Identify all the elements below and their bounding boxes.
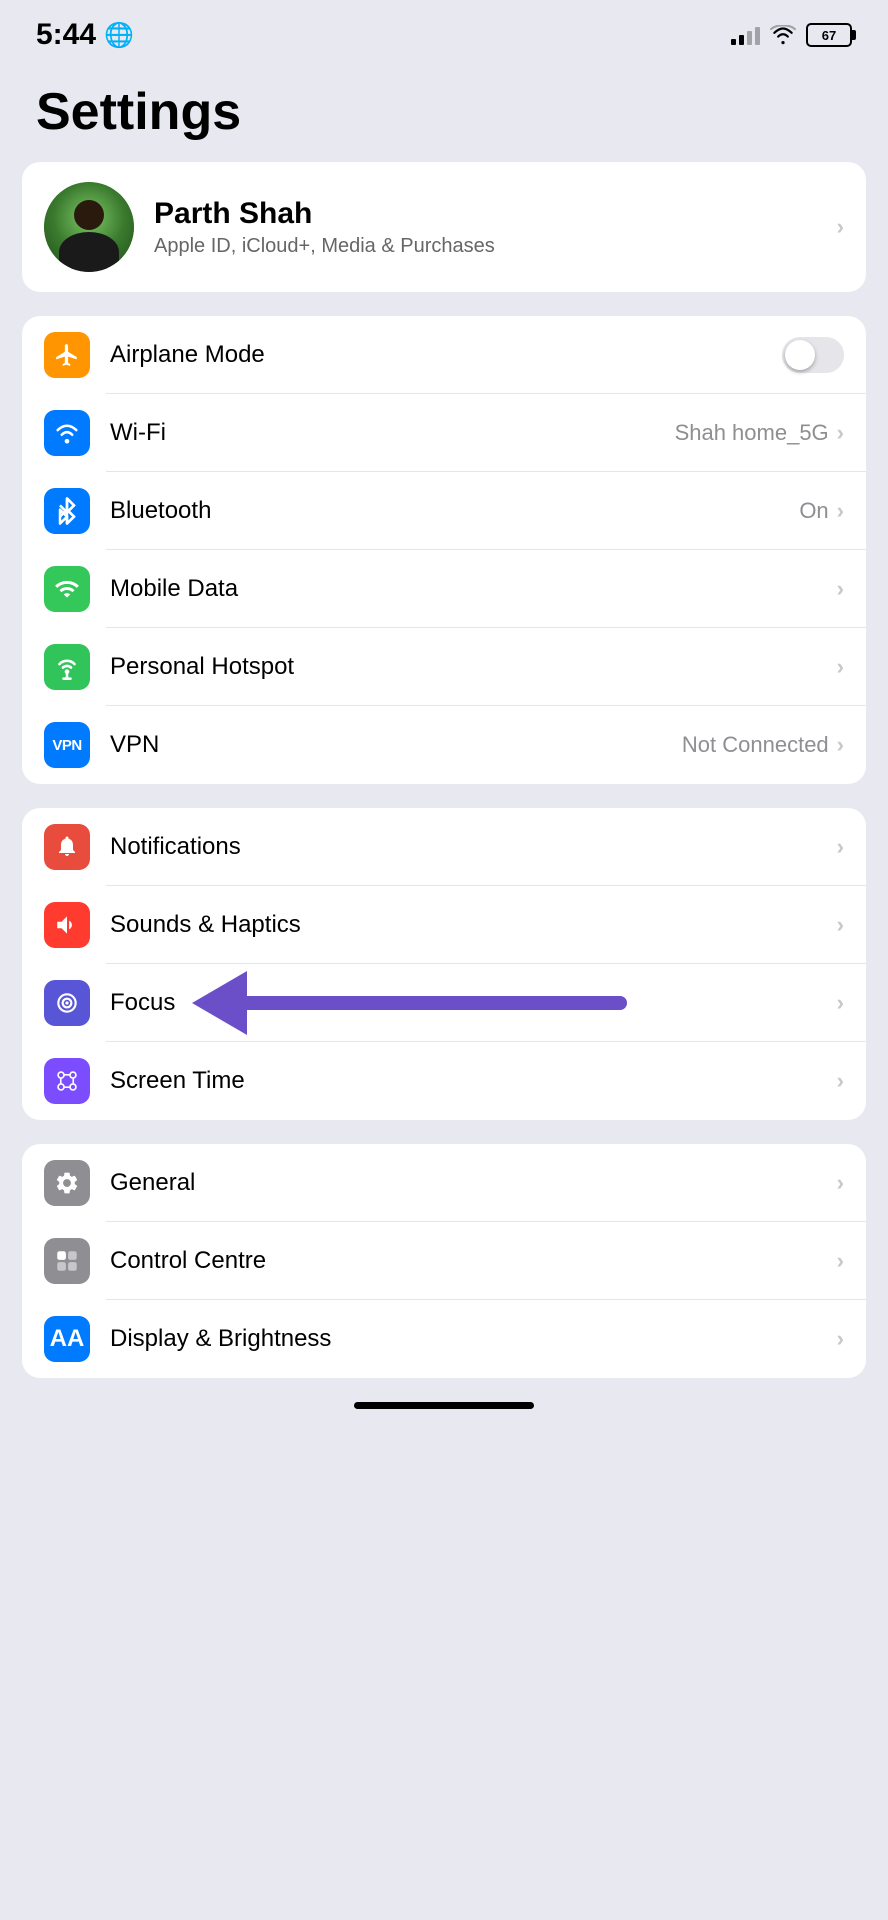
notifications-icon — [44, 824, 90, 870]
vpn-value: Not Connected — [682, 732, 829, 758]
settings-row-wifi[interactable]: Wi-Fi Shah home_5G › — [22, 394, 866, 472]
sounds-haptics-label: Sounds & Haptics — [110, 911, 837, 939]
screen-time-label: Screen Time — [110, 1067, 837, 1095]
settings-row-general[interactable]: General › — [22, 1144, 866, 1222]
wifi-value: Shah home_5G — [675, 420, 829, 446]
settings-row-sounds-haptics[interactable]: Sounds & Haptics › — [22, 886, 866, 964]
personal-hotspot-icon — [44, 644, 90, 690]
control-centre-icon — [44, 1238, 90, 1284]
profile-chevron-icon: › — [837, 214, 844, 240]
general-label: General — [110, 1169, 837, 1197]
profile-info: Parth Shah Apple ID, iCloud+, Media & Pu… — [154, 197, 817, 258]
bluetooth-label: Bluetooth — [110, 497, 799, 525]
display-brightness-label: Display & Brightness — [110, 1325, 837, 1353]
settings-row-mobile-data[interactable]: Mobile Data › — [22, 550, 866, 628]
sounds-haptics-chevron-icon: › — [837, 912, 844, 938]
settings-row-bluetooth[interactable]: Bluetooth On › — [22, 472, 866, 550]
bluetooth-chevron-icon: › — [837, 498, 844, 524]
focus-label: Focus — [110, 989, 837, 1017]
vpn-label: VPN — [110, 731, 682, 759]
wifi-icon — [44, 410, 90, 456]
vpn-icon: VPN — [44, 722, 90, 768]
display-brightness-icon: AA — [44, 1316, 90, 1362]
profile-name: Parth Shah — [154, 197, 817, 231]
mobile-data-icon — [44, 566, 90, 612]
personal-hotspot-chevron-icon: › — [837, 654, 844, 680]
screen-time-icon — [44, 1058, 90, 1104]
wifi-label: Wi-Fi — [110, 419, 675, 447]
avatar — [44, 182, 134, 272]
home-indicator — [354, 1402, 534, 1409]
globe-icon: 🌐 — [104, 21, 134, 50]
time-display: 5:44 — [36, 18, 96, 52]
personal-hotspot-label: Personal Hotspot — [110, 653, 837, 681]
bluetooth-icon — [44, 488, 90, 534]
profile-card[interactable]: Parth Shah Apple ID, iCloud+, Media & Pu… — [22, 162, 866, 292]
settings-row-airplane-mode[interactable]: Airplane Mode — [22, 316, 866, 394]
focus-chevron-icon: › — [837, 990, 844, 1016]
mobile-data-label: Mobile Data — [110, 575, 837, 603]
status-bar: 5:44 🌐 67 — [0, 0, 888, 62]
wifi-chevron-icon: › — [837, 420, 844, 446]
bluetooth-value: On — [799, 498, 828, 524]
profile-subtitle: Apple ID, iCloud+, Media & Purchases — [154, 235, 817, 258]
settings-row-display-brightness[interactable]: AA Display & Brightness › — [22, 1300, 866, 1378]
airplane-mode-label: Airplane Mode — [110, 341, 782, 369]
battery-level: 67 — [822, 28, 836, 43]
general-icon — [44, 1160, 90, 1206]
status-icons: 67 — [731, 23, 852, 47]
notifications-chevron-icon: › — [837, 834, 844, 860]
profile-row[interactable]: Parth Shah Apple ID, iCloud+, Media & Pu… — [22, 162, 866, 292]
settings-row-notifications[interactable]: Notifications › — [22, 808, 866, 886]
page-title: Settings — [0, 62, 888, 162]
settings-row-screen-time[interactable]: Screen Time › — [22, 1042, 866, 1120]
focus-icon — [44, 980, 90, 1026]
screen-time-chevron-icon: › — [837, 1068, 844, 1094]
airplane-mode-toggle[interactable] — [782, 337, 844, 373]
settings-row-control-centre[interactable]: Control Centre › — [22, 1222, 866, 1300]
signal-strength-icon — [731, 25, 760, 45]
control-centre-chevron-icon: › — [837, 1248, 844, 1274]
settings-row-personal-hotspot[interactable]: Personal Hotspot › — [22, 628, 866, 706]
connectivity-section: Airplane Mode Wi-Fi Shah home_5G › — [22, 316, 866, 784]
battery-icon: 67 — [806, 23, 852, 47]
general-chevron-icon: › — [837, 1170, 844, 1196]
status-time: 5:44 🌐 — [36, 18, 134, 52]
settings-row-focus[interactable]: Focus › — [22, 964, 866, 1042]
airplane-mode-icon — [44, 332, 90, 378]
notifications-label: Notifications — [110, 833, 837, 861]
sounds-haptics-icon — [44, 902, 90, 948]
wifi-status-icon — [770, 25, 796, 45]
notifications-section: Notifications › Sounds & Haptics › Focus… — [22, 808, 866, 1120]
mobile-data-chevron-icon: › — [837, 576, 844, 602]
control-centre-label: Control Centre — [110, 1247, 837, 1275]
display-brightness-chevron-icon: › — [837, 1326, 844, 1352]
general-section: General › Control Centre › AA Display & … — [22, 1144, 866, 1378]
vpn-chevron-icon: › — [837, 732, 844, 758]
settings-row-vpn[interactable]: VPN VPN Not Connected › — [22, 706, 866, 784]
